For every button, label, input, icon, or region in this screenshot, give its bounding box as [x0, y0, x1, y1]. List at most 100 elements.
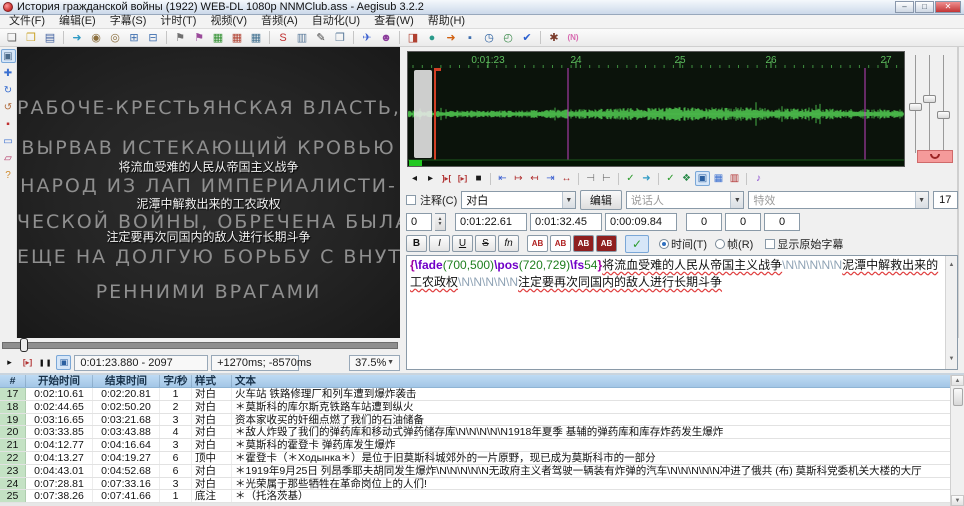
- grid-mixed-icon[interactable]: ▦: [247, 30, 265, 46]
- grid-scrollbar[interactable]: ▲ ▼: [950, 375, 964, 506]
- zoom-in-icon[interactable]: ◉: [87, 30, 105, 46]
- rotate-xy-icon[interactable]: ↺: [1, 100, 16, 114]
- video-display[interactable]: РАБОЧЕ-КРЕСТЬЯНСКАЯ ВЛАСТЬ,ВЫРВАВ ИСТЕКА…: [17, 47, 400, 338]
- italic-button[interactable]: I: [429, 235, 450, 252]
- maximize-button[interactable]: □: [915, 1, 934, 13]
- subtitle-row[interactable]: 210:04:12.770:04:16.643对白＊莫斯科的霍登卡 弹药库发生爆…: [0, 439, 964, 452]
- grid-red-icon[interactable]: ▦: [228, 30, 246, 46]
- styles-manager-icon[interactable]: S: [274, 30, 292, 46]
- video-seek-thumb[interactable]: [20, 338, 28, 352]
- stop-small-icon[interactable]: ▪: [461, 30, 479, 46]
- properties-icon[interactable]: ▥: [293, 30, 311, 46]
- shadow-color-button[interactable]: AB: [596, 235, 617, 252]
- scroll-up-icon[interactable]: ▲: [949, 257, 955, 274]
- clone-icon[interactable]: ❐: [331, 30, 349, 46]
- show-original-checkbox[interactable]: [765, 239, 775, 249]
- video-zoom-select[interactable]: 37.5%▼: [349, 355, 400, 371]
- video-shift-display[interactable]: +1270ms; -8570ms: [211, 355, 299, 371]
- sync-video-icon[interactable]: ⊞: [125, 30, 143, 46]
- link-sliders-toggle[interactable]: [917, 150, 953, 163]
- layer-spinner[interactable]: ▲▼: [435, 213, 446, 231]
- subtitle-row[interactable]: 230:04:43.010:04:52.686对白＊1919年9月25日 列昂季…: [0, 465, 964, 478]
- vertical-zoom-slider[interactable]: [923, 95, 936, 103]
- rotate-z-icon[interactable]: ↻: [1, 83, 16, 97]
- play-after-icon[interactable]: ▸: [423, 171, 438, 186]
- kanji-timer-icon[interactable]: ◴: [499, 30, 517, 46]
- vector-clip-icon[interactable]: ▱: [1, 151, 16, 165]
- volume-slider[interactable]: [937, 111, 950, 119]
- margin-left-field[interactable]: 0: [686, 213, 722, 231]
- select-check-icon[interactable]: ✔: [518, 30, 536, 46]
- sync-audio-icon[interactable]: ⊟: [144, 30, 162, 46]
- subtitle-row[interactable]: 180:02:44.650:02:50.202对白＊莫斯科的库尔斯克铁路车站遭到…: [0, 401, 964, 414]
- textarea-scrollbar[interactable]: ▲▼: [945, 256, 957, 369]
- attachments-icon[interactable]: ✎: [312, 30, 330, 46]
- auto-commit-icon[interactable]: ✓: [663, 171, 678, 186]
- resample-resolution-icon[interactable]: ◨: [404, 30, 422, 46]
- time-by-frame-radio[interactable]: [715, 239, 725, 249]
- margin-vertical-field[interactable]: 0: [764, 213, 800, 231]
- shift-end-back-icon[interactable]: ↤: [527, 171, 542, 186]
- video-play-line-button[interactable]: [▸]: [20, 355, 35, 370]
- menu-item-3[interactable]: 计时(T): [153, 15, 203, 28]
- subtitle-row[interactable]: 170:02:10.610:02:20.811对白火车站 铁路修理厂和列车遭到爆…: [0, 388, 964, 401]
- shift-times-icon[interactable]: ✈: [358, 30, 376, 46]
- edit-style-button[interactable]: 编辑: [580, 190, 622, 210]
- video-seek-track[interactable]: [2, 342, 398, 349]
- snap-to-scene-icon[interactable]: ↔: [559, 171, 574, 186]
- video-auto-seek-toggle[interactable]: ▣: [56, 355, 71, 370]
- subtitle-row[interactable]: 200:03:33.850:03:43.884对白＊敌人炸毁了我们的弹药库和移动…: [0, 426, 964, 439]
- horizontal-zoom-slider[interactable]: [909, 103, 922, 111]
- lead-out-icon[interactable]: ⊢: [599, 171, 614, 186]
- play-line-icon[interactable]: [▸]: [455, 171, 470, 186]
- bold-button[interactable]: B: [406, 235, 427, 252]
- menu-item-8[interactable]: 帮助(H): [421, 15, 472, 28]
- end-time-field[interactable]: 0:01:32.45: [530, 213, 602, 231]
- open-subtitles-icon[interactable]: ❒: [22, 30, 40, 46]
- new-subtitles-icon[interactable]: ❏: [3, 30, 21, 46]
- lead-in-icon[interactable]: ⊣: [583, 171, 598, 186]
- waveform-mode-icon[interactable]: ▥: [727, 171, 742, 186]
- menu-item-0[interactable]: 文件(F): [2, 15, 52, 28]
- comment-checkbox[interactable]: [406, 195, 416, 205]
- audio-waveform[interactable]: 0:01:2324252627: [407, 51, 905, 167]
- scroll-down-icon[interactable]: ▼: [951, 495, 964, 506]
- menu-item-4[interactable]: 视频(V): [203, 15, 254, 28]
- auto-next-icon[interactable]: ❖: [679, 171, 694, 186]
- style-select[interactable]: 对白▼: [461, 191, 576, 209]
- menu-item-7[interactable]: 查看(W): [367, 15, 421, 28]
- standard-mode-icon[interactable]: ▣: [1, 49, 16, 63]
- subtitle-text-editor[interactable]: {\fade(700,500)\pos(720,729)\fs54}将流血受难的…: [406, 255, 958, 370]
- flag-audio-icon[interactable]: ⚑: [190, 30, 208, 46]
- subtitle-row[interactable]: 240:07:28.810:07:33.163对白＊光荣属于那些牺牲在革命岗位上…: [0, 478, 964, 491]
- jump-to-icon[interactable]: ➜: [68, 30, 86, 46]
- layer-field[interactable]: 0: [406, 213, 432, 231]
- play-before-icon[interactable]: ◂: [407, 171, 422, 186]
- zoom-out-icon[interactable]: ◎: [106, 30, 124, 46]
- scroll-thumb[interactable]: [953, 388, 963, 406]
- video-play-button[interactable]: ▸: [2, 355, 17, 370]
- video-pause-button[interactable]: ❚❚: [38, 355, 53, 370]
- commit-button[interactable]: ✓: [625, 235, 649, 253]
- scroll-up-icon[interactable]: ▲: [951, 375, 964, 386]
- tools-icon[interactable]: ✱: [545, 30, 563, 46]
- grid-green-icon[interactable]: ▦: [209, 30, 227, 46]
- primary-color-button[interactable]: AB: [527, 235, 548, 252]
- font-button[interactable]: fn: [498, 235, 519, 252]
- shift-start-back-icon[interactable]: ⇤: [495, 171, 510, 186]
- spell-checker-icon[interactable]: ☻: [377, 30, 395, 46]
- start-time-field[interactable]: 0:01:22.61: [455, 213, 527, 231]
- save-subtitles-icon[interactable]: ▤: [41, 30, 59, 46]
- help-icon[interactable]: ?: [1, 168, 16, 182]
- play-selection-icon[interactable]: ]▸[: [439, 171, 454, 186]
- time-by-time-radio[interactable]: [659, 239, 669, 249]
- menu-item-6[interactable]: 自动化(U): [305, 15, 367, 28]
- timing-postprocessor-icon[interactable]: ◷: [480, 30, 498, 46]
- menu-item-2[interactable]: 字幕(S): [103, 15, 154, 28]
- shift-end-fwd-icon[interactable]: ⇥: [543, 171, 558, 186]
- underline-button[interactable]: U: [452, 235, 473, 252]
- goto-selection-icon[interactable]: ➜: [639, 171, 654, 186]
- duration-field[interactable]: 0:00:09.84: [605, 213, 677, 231]
- outline-color-button[interactable]: AB: [573, 235, 594, 252]
- secondary-color-button[interactable]: AB: [550, 235, 571, 252]
